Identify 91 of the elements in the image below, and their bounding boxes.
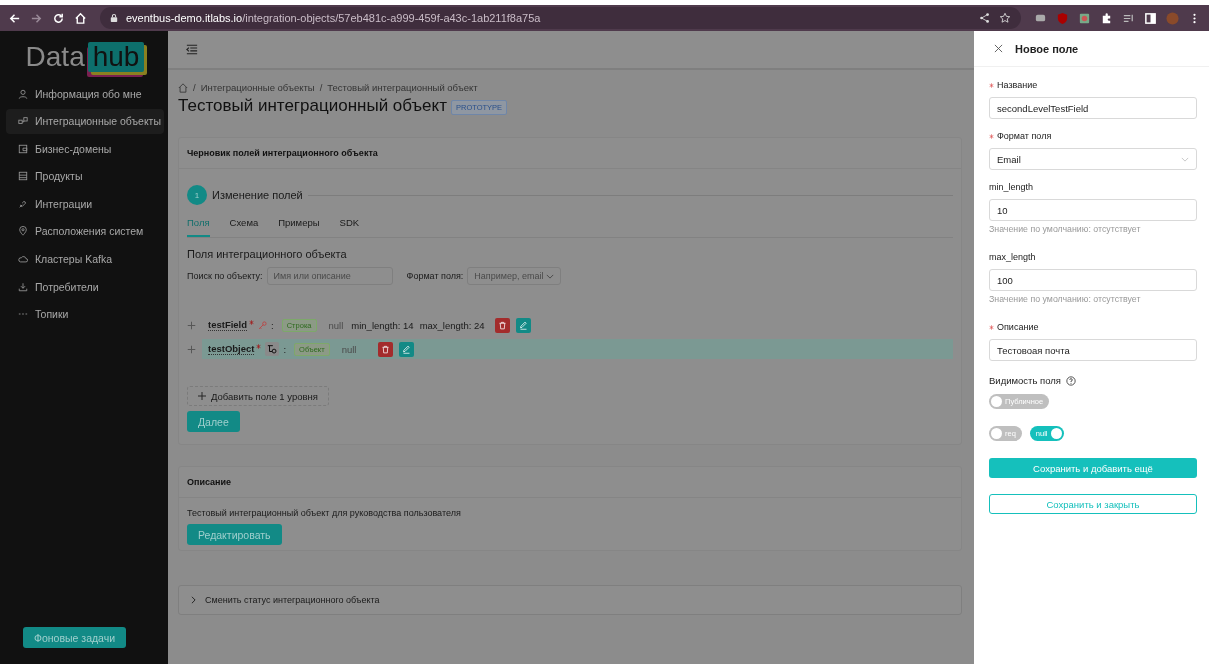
colon: : [271, 319, 274, 331]
description-text: Тестовый интеграционный объект для руководства пользователя [187, 508, 461, 518]
filter-label: Формат поля: [406, 271, 464, 281]
drawer-title: Новое поле [1015, 42, 1079, 55]
colon: : [283, 343, 287, 355]
share-icon[interactable] [979, 12, 991, 24]
sidebar-item[interactable]: Продукты [6, 163, 164, 189]
input-field[interactable]: Тестовоая почта [989, 339, 1197, 361]
extension-icon[interactable] [1078, 11, 1091, 25]
sidebar-item[interactable]: Кластеры Kafka [6, 246, 164, 272]
field-label: max_length [989, 252, 1036, 262]
required-asterisk-icon [989, 133, 994, 139]
field-label: Название [997, 80, 1038, 90]
hint-text: Значение по умолчанию: отсутствует [989, 224, 1142, 234]
delete-button[interactable] [494, 317, 510, 333]
pencil-icon [402, 344, 412, 354]
side-panel-icon[interactable] [1144, 11, 1157, 25]
select-field[interactable]: Email [989, 148, 1197, 170]
null-label: null [341, 343, 357, 355]
pencil-icon [518, 320, 528, 330]
drag-handle-icon[interactable] [187, 344, 196, 354]
constraint-text: min_length: 14 [351, 319, 414, 331]
tab[interactable]: SDK [339, 211, 360, 237]
input-field[interactable]: 100 [989, 269, 1197, 291]
user-icon [18, 88, 28, 99]
panel-title: Сменить статус интеграционного объекта [205, 595, 380, 605]
drag-handle-icon[interactable] [187, 320, 196, 330]
plus-icon [198, 392, 206, 400]
card-title: Черновик полей интеграционного объекта [179, 138, 961, 169]
input-field[interactable]: 10 [989, 199, 1197, 221]
sidebar-item[interactable]: Интеграции [6, 191, 164, 217]
field-name[interactable]: testField [208, 319, 248, 331]
reload-icon[interactable] [52, 11, 65, 25]
field-name[interactable]: testObject [208, 343, 255, 355]
edit-button[interactable] [399, 341, 415, 357]
cloud-icon [18, 254, 28, 265]
field-label: Формат поля [997, 131, 1052, 141]
breadcrumb-separator: / [193, 82, 196, 93]
delete-button[interactable] [378, 341, 394, 357]
menu-fold-icon[interactable] [186, 44, 198, 55]
lock-icon [110, 13, 118, 23]
link-icon [18, 198, 28, 209]
star-icon[interactable] [999, 12, 1011, 24]
required-asterisk-icon [989, 82, 994, 88]
sidebar-item[interactable]: Информация обо мне [6, 81, 164, 106]
collapse-panel[interactable]: Сменить статус интеграционного объекта [178, 585, 962, 615]
field-label: min_length [989, 182, 1034, 192]
field-label: Описание [997, 322, 1039, 332]
download-icon [18, 281, 28, 292]
step-title: Изменение полей [212, 189, 303, 201]
key-icon [258, 320, 268, 330]
nested-fields-icon[interactable] [265, 342, 280, 356]
breadcrumb-link[interactable]: Интеграционные объекты [200, 82, 315, 93]
edit-button[interactable] [515, 317, 531, 333]
breadcrumb-separator: / [319, 82, 323, 93]
sidebar-item[interactable]: Топики [6, 301, 164, 327]
wallet-icon [18, 143, 28, 154]
card-title: Описание [179, 467, 961, 498]
breadcrumb-link[interactable]: Тестовый интеграционный объект [327, 82, 478, 93]
tab[interactable]: Примеры [278, 211, 320, 237]
sidebar-item[interactable]: Бизнес-домены [6, 136, 164, 162]
logo: Data hub [6, 31, 164, 81]
filter-label: Поиск по объекту: [187, 271, 263, 281]
field-label: Видимость поля [989, 375, 1061, 386]
add-field-button[interactable]: Добавить поле 1 уровня [187, 386, 329, 406]
hint-text: Значение по умолчанию: отсутствует [989, 294, 1142, 304]
section-title: Поля интеграционного объекта [187, 248, 347, 260]
trash-icon [497, 320, 507, 330]
pin-icon [18, 226, 28, 237]
close-icon[interactable] [994, 44, 1003, 53]
tab[interactable]: Схема [229, 211, 259, 237]
input-field[interactable]: secondLevelTestField [989, 97, 1197, 119]
page-title: Тестовый интеграционный объект [178, 96, 447, 116]
sidebar-item[interactable]: Интеграционные объекты [6, 108, 164, 134]
nodes-icon [18, 116, 28, 127]
search-field[interactable]: Имя или описание [266, 267, 393, 285]
chevron-right-icon [191, 596, 196, 604]
chevron-down-icon [1181, 156, 1189, 162]
sidebar-item[interactable]: Расположения систем [6, 218, 164, 244]
required-asterisk-icon [989, 324, 994, 330]
step-number: 1 [187, 185, 207, 205]
address-bar[interactable]: eventbus-demo.itlabs.io/integration-objects/57eb481c-a999-459f-a43c-1ab211f8a75a [100, 7, 1021, 29]
constraint-text: max_length: 24 [419, 319, 485, 331]
help-icon[interactable] [1065, 375, 1076, 386]
puzzle-icon[interactable] [1100, 11, 1113, 25]
null-label: null [328, 319, 344, 331]
chevron-down-icon [546, 273, 555, 279]
trash-icon [381, 344, 391, 354]
box-icon [18, 171, 28, 182]
sidebar-item[interactable]: Потребители [6, 274, 164, 300]
format-select[interactable]: Например, email [467, 267, 562, 285]
